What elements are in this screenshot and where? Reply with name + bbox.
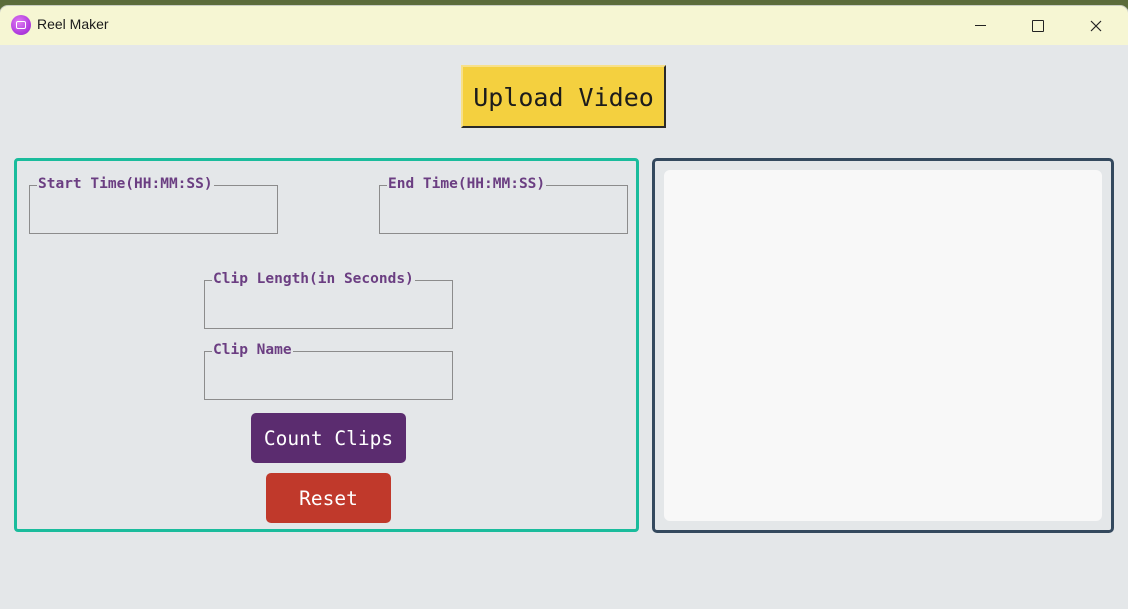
- app-icon: [11, 15, 31, 35]
- start-time-field: Start Time(HH:MM:SS): [29, 176, 278, 234]
- end-time-label: End Time(HH:MM:SS): [387, 176, 547, 193]
- clip-length-label: Clip Length(in Seconds): [212, 271, 415, 288]
- reset-button[interactable]: Reset: [266, 473, 391, 523]
- minimize-icon: [974, 25, 986, 26]
- count-clips-button[interactable]: Count Clips: [251, 413, 406, 463]
- maximize-icon: [1032, 19, 1044, 32]
- clip-name-input[interactable]: [211, 366, 449, 394]
- end-time-input[interactable]: [386, 200, 624, 228]
- start-time-label: Start Time(HH:MM:SS): [37, 176, 214, 193]
- maximize-button[interactable]: [1009, 6, 1067, 45]
- close-icon: [1090, 20, 1102, 31]
- video-preview-area: [664, 170, 1102, 521]
- clip-name-label: Clip Name: [212, 342, 293, 359]
- clip-length-field: Clip Length(in Seconds): [204, 271, 453, 329]
- clip-name-field: Clip Name: [204, 342, 453, 400]
- upload-video-button[interactable]: Upload Video: [461, 65, 666, 128]
- end-time-field: End Time(HH:MM:SS): [379, 176, 628, 234]
- start-time-input[interactable]: [36, 200, 274, 228]
- window-title: Reel Maker: [37, 16, 109, 32]
- close-button[interactable]: [1067, 6, 1125, 45]
- clip-length-input[interactable]: [211, 295, 449, 323]
- app-window: Reel Maker Upload Video Start Time(HH:MM…: [0, 6, 1128, 609]
- minimize-button[interactable]: [951, 6, 1009, 45]
- clip-settings-panel: Start Time(HH:MM:SS) End Time(HH:MM:SS) …: [14, 158, 639, 532]
- title-bar[interactable]: Reel Maker: [0, 6, 1128, 45]
- preview-panel: [652, 158, 1114, 533]
